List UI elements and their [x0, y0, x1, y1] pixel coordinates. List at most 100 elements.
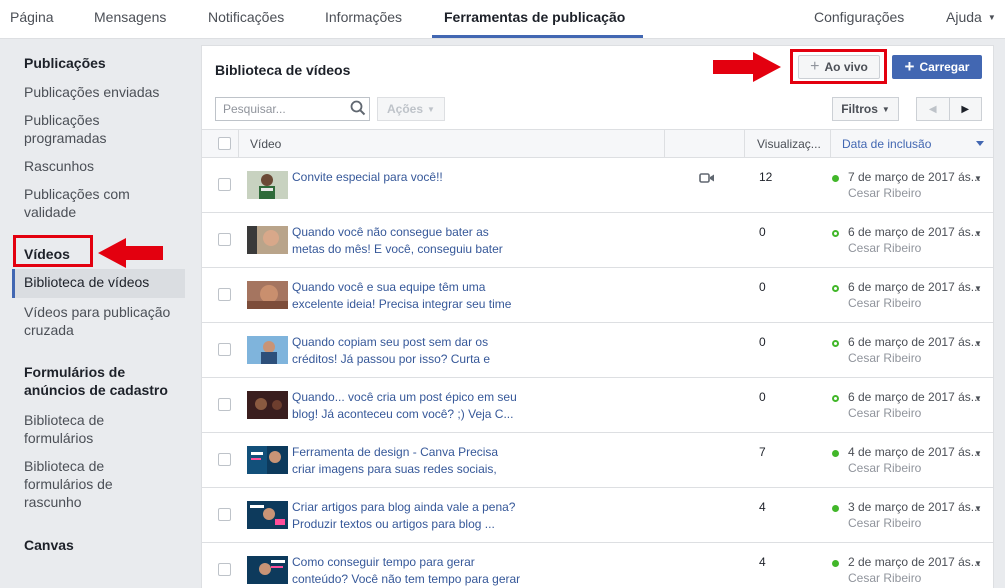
row-checkbox[interactable] [218, 563, 231, 576]
nav-tab-insights[interactable]: Informações [325, 9, 402, 25]
search-box [215, 97, 370, 121]
chevron-down-icon[interactable]: ▼ [974, 174, 982, 183]
date-added: 6 de março de 2017 ás... [848, 225, 981, 239]
video-thumbnail[interactable] [247, 501, 288, 529]
column-header-views[interactable]: Visualizaç... [757, 137, 827, 151]
table-row[interactable]: Quando você não consegue bater as metas … [202, 213, 993, 268]
video-thumbnail[interactable] [247, 281, 288, 309]
chevron-left-icon[interactable]: ◀ [917, 98, 950, 120]
search-input[interactable] [216, 98, 344, 120]
chevron-right-icon[interactable]: ▶ [950, 98, 982, 120]
scheduled-status-dot [832, 230, 839, 237]
video-thumbnail[interactable] [247, 556, 288, 584]
author-name: Cesar Ribeiro [848, 351, 922, 365]
nav-help[interactable]: Ajuda ▼ [946, 9, 996, 25]
column-header-video[interactable]: Vídeo [250, 137, 281, 151]
filters-button[interactable]: Filtros ▼ [832, 97, 899, 121]
video-title-link[interactable]: Quando você e sua equipe têm uma excelen… [292, 279, 522, 313]
sidebar-item-video-library[interactable]: Biblioteca de vídeos [12, 269, 185, 298]
nav-tab-page[interactable]: Página [10, 9, 54, 25]
video-title-link[interactable]: Convite especial para você!! [292, 169, 522, 203]
author-name: Cesar Ribeiro [848, 461, 922, 475]
author-name: Cesar Ribeiro [848, 406, 922, 420]
scheduled-status-dot [832, 285, 839, 292]
table-row[interactable]: Quando copiam seu post sem dar os crédit… [202, 323, 993, 378]
row-checkbox[interactable] [218, 453, 231, 466]
video-title-link[interactable]: Quando... você cria um post épico em seu… [292, 389, 522, 423]
actions-button[interactable]: Ações ▼ [377, 97, 445, 121]
sidebar-item-label: Biblioteca de vídeos [24, 274, 150, 290]
video-title-link[interactable]: Quando você não consegue bater as metas … [292, 224, 522, 258]
video-thumbnail[interactable] [247, 391, 288, 419]
nav-tab-messages[interactable]: Mensagens [94, 9, 166, 25]
table-row[interactable]: Ferramenta de design - Canva Precisa cri… [202, 433, 993, 488]
sidebar-heading-canvas[interactable]: Canvas [24, 536, 74, 554]
video-thumbnail[interactable] [247, 171, 288, 199]
sidebar-item-draft-forms-library[interactable]: Biblioteca de formulários de rascunho [24, 457, 134, 511]
table-row[interactable]: Quando... você cria um post épico em seu… [202, 378, 993, 433]
view-count: 0 [759, 390, 766, 404]
date-added: 3 de março de 2017 ás... [848, 500, 981, 514]
table-row[interactable]: Criar artigos para blog ainda vale a pen… [202, 488, 993, 543]
view-count: 0 [759, 280, 766, 294]
view-count: 7 [759, 445, 766, 459]
sidebar-item-expiring-posts[interactable]: Publicações com validade [24, 185, 159, 221]
video-library-panel: Biblioteca de vídeos + Ao vivo + Carregar … [201, 45, 994, 588]
chevron-down-icon[interactable]: ▼ [974, 284, 982, 293]
chevron-down-icon[interactable]: ▼ [974, 559, 982, 568]
chevron-down-icon[interactable]: ▼ [974, 394, 982, 403]
chevron-down-icon[interactable]: ▼ [974, 449, 982, 458]
search-icon[interactable] [350, 100, 366, 119]
chevron-down-icon[interactable]: ▼ [974, 229, 982, 238]
select-all-checkbox[interactable] [218, 137, 231, 150]
sidebar-item-crossposted-videos[interactable]: Vídeos para publicação cruzada [24, 303, 184, 339]
published-status-dot [832, 560, 839, 567]
sidebar-item-sent-posts[interactable]: Publicações enviadas [24, 83, 159, 101]
annotation-arrow-right-icon [713, 52, 781, 82]
sidebar: Publicações Publicações enviadas Publica… [0, 40, 200, 588]
top-navigation: Página Mensagens Notificações Informaçõe… [0, 0, 1005, 39]
published-status-dot [832, 505, 839, 512]
chevron-down-icon[interactable]: ▼ [974, 339, 982, 348]
chevron-down-icon[interactable]: ▼ [974, 504, 982, 513]
sort-desc-caret-icon[interactable] [976, 141, 984, 146]
annotation-highlight-box [790, 49, 887, 84]
upload-button[interactable]: + Carregar [892, 55, 982, 79]
video-thumbnail[interactable] [247, 336, 288, 364]
nav-tab-publishing-tools[interactable]: Ferramentas de publicação [444, 9, 625, 25]
sidebar-heading-posts: Publicações [24, 55, 106, 71]
column-header-date-added[interactable]: Data de inclusão [842, 137, 931, 151]
column-divider [830, 130, 831, 157]
row-checkbox[interactable] [218, 178, 231, 191]
video-title-link[interactable]: Como conseguir tempo para gerar conteúdo… [292, 554, 522, 588]
row-checkbox[interactable] [218, 233, 231, 246]
table-row[interactable]: Convite especial para você!! 12 7 de mar… [202, 158, 993, 213]
view-count: 12 [759, 170, 773, 184]
date-added: 6 de março de 2017 ás... [848, 390, 981, 404]
chevron-down-icon: ▼ [881, 104, 890, 114]
upload-label: Carregar [919, 60, 970, 74]
table-row[interactable]: Quando você e sua equipe têm uma excelen… [202, 268, 993, 323]
video-title-link[interactable]: Ferramenta de design - Canva Precisa cri… [292, 444, 522, 478]
view-count: 0 [759, 335, 766, 349]
row-checkbox[interactable] [218, 508, 231, 521]
filters-label: Filtros [841, 102, 878, 116]
nav-tab-notifications[interactable]: Notificações [208, 9, 284, 25]
date-added: 6 de março de 2017 ás... [848, 280, 981, 294]
video-thumbnail[interactable] [247, 446, 288, 474]
table-row[interactable]: Como conseguir tempo para gerar conteúdo… [202, 543, 993, 588]
published-status-dot [832, 450, 839, 457]
author-name: Cesar Ribeiro [848, 516, 922, 530]
annotation-arrow-left-icon [98, 238, 163, 268]
video-thumbnail[interactable] [247, 226, 288, 254]
nav-settings[interactable]: Configurações [814, 9, 904, 25]
sidebar-item-scheduled-posts[interactable]: Publicações programadas [24, 111, 144, 147]
row-checkbox[interactable] [218, 398, 231, 411]
sidebar-item-drafts[interactable]: Rascunhos [24, 157, 94, 175]
row-checkbox[interactable] [218, 343, 231, 356]
pagination: ◀ ▶ [916, 97, 982, 121]
sidebar-item-forms-library[interactable]: Biblioteca de formulários [24, 411, 134, 447]
row-checkbox[interactable] [218, 288, 231, 301]
video-title-link[interactable]: Quando copiam seu post sem dar os crédit… [292, 334, 522, 368]
video-title-link[interactable]: Criar artigos para blog ainda vale a pen… [292, 499, 522, 533]
